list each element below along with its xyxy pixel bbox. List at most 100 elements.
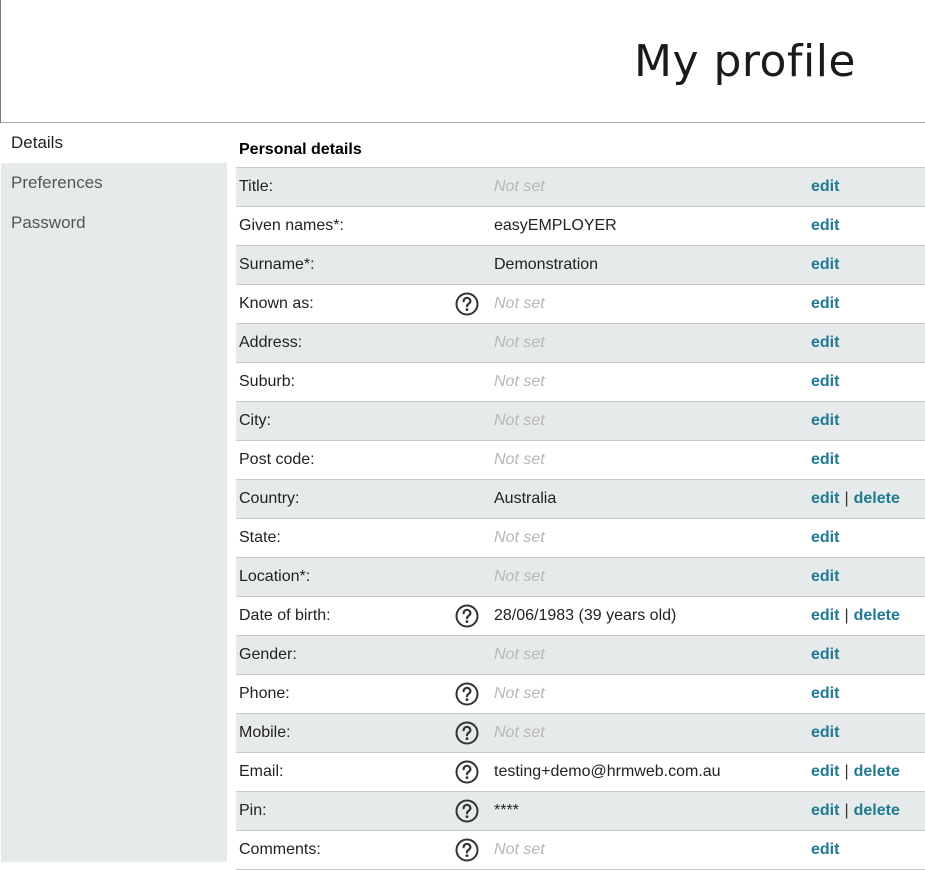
question-circle-icon[interactable] — [455, 721, 479, 745]
delete-link[interactable]: delete — [854, 490, 900, 508]
field-label: State: — [239, 529, 281, 546]
action-separator: | — [844, 490, 849, 507]
edit-link[interactable]: edit — [811, 685, 839, 703]
field-value: Not set — [494, 178, 545, 195]
field-label: Pin: — [239, 802, 267, 819]
row-actions: edit — [811, 519, 839, 557]
row-actions: edit | delete — [811, 753, 900, 791]
page-title: My profile — [634, 36, 856, 87]
field-label: Country: — [239, 490, 300, 507]
edit-link[interactable]: edit — [811, 373, 839, 391]
main-content: Personal details Title: Not set edit Given … — [236, 123, 925, 870]
edit-link[interactable]: edit — [811, 451, 839, 469]
table-row: City: Not set edit — [236, 402, 925, 441]
question-circle-icon[interactable] — [455, 604, 479, 628]
row-actions: edit — [811, 558, 839, 596]
edit-link[interactable]: edit — [811, 256, 839, 274]
edit-link[interactable]: edit — [811, 841, 839, 859]
table-row: Phone: Not set edit — [236, 675, 925, 714]
edit-link[interactable]: edit — [811, 763, 839, 781]
table-row: Country: Australia edit | delete — [236, 480, 925, 519]
row-actions: edit — [811, 714, 839, 752]
row-actions: edit — [811, 636, 839, 674]
window-border — [0, 0, 1, 123]
field-value: Australia — [494, 490, 557, 507]
question-circle-icon[interactable] — [455, 682, 479, 706]
field-value: Not set — [494, 295, 545, 312]
edit-link[interactable]: edit — [811, 724, 839, 742]
sidebar-item-details[interactable]: Details — [1, 123, 227, 163]
table-row: Date of birth: 28/06/1983 (39 years old) e… — [236, 597, 925, 636]
field-value: Not set — [494, 646, 545, 663]
field-value: testing+demo@hrmweb.com.au — [494, 763, 721, 780]
sidebar-item-password[interactable]: Password — [1, 203, 227, 243]
row-actions: edit — [811, 363, 839, 401]
question-circle-icon[interactable] — [455, 760, 479, 784]
row-actions: edit — [811, 207, 839, 245]
delete-link[interactable]: delete — [854, 802, 900, 820]
field-label: Gender: — [239, 646, 297, 663]
sidebar-item-preferences[interactable]: Preferences — [1, 163, 227, 203]
details-table: Title: Not set edit Given names*: easyEMPLOY… — [236, 168, 925, 870]
field-value: Not set — [494, 724, 545, 741]
field-label: Known as: — [239, 295, 314, 312]
table-row: Known as: Not set edit — [236, 285, 925, 324]
table-row: Location*: Not set edit — [236, 558, 925, 597]
action-separator: | — [844, 607, 849, 624]
row-actions: edit | delete — [811, 792, 900, 830]
action-separator: | — [844, 763, 849, 780]
field-label: Comments: — [239, 841, 321, 858]
question-circle-icon[interactable] — [455, 838, 479, 862]
field-label: Mobile: — [239, 724, 291, 741]
edit-link[interactable]: edit — [811, 178, 839, 196]
row-actions: edit | delete — [811, 480, 900, 518]
edit-link[interactable]: edit — [811, 295, 839, 313]
table-row: Gender: Not set edit — [236, 636, 925, 675]
table-row: Email: testing+demo@hrmweb.com.au edit | del… — [236, 753, 925, 792]
table-row: Suburb: Not set edit — [236, 363, 925, 402]
table-row: Mobile: Not set edit — [236, 714, 925, 753]
row-actions: edit — [811, 831, 839, 869]
field-value: Not set — [494, 841, 545, 858]
delete-link[interactable]: delete — [854, 763, 900, 781]
field-value: Not set — [494, 529, 545, 546]
table-row: Title: Not set edit — [236, 168, 925, 207]
question-circle-icon[interactable] — [455, 292, 479, 316]
field-value: Not set — [494, 412, 545, 429]
field-label: Post code: — [239, 451, 315, 468]
row-actions: edit — [811, 441, 839, 479]
field-label: Title: — [239, 178, 274, 195]
field-label: City: — [239, 412, 271, 429]
table-row: State: Not set edit — [236, 519, 925, 558]
field-value: easyEMPLOYER — [494, 217, 617, 234]
field-value: Demonstration — [494, 256, 599, 273]
table-row: Pin: **** edit | delete — [236, 792, 925, 831]
field-label: Suburb: — [239, 373, 296, 390]
field-value: **** — [494, 802, 519, 819]
section-title: Personal details — [236, 123, 925, 168]
edit-link[interactable]: edit — [811, 529, 839, 547]
field-value: Not set — [494, 334, 545, 351]
table-row: Post code: Not set edit — [236, 441, 925, 480]
edit-link[interactable]: edit — [811, 802, 839, 820]
row-actions: edit — [811, 402, 839, 440]
delete-link[interactable]: delete — [854, 607, 900, 625]
field-value: Not set — [494, 451, 545, 468]
question-circle-icon[interactable] — [455, 799, 479, 823]
table-row: Address: Not set edit — [236, 324, 925, 363]
edit-link[interactable]: edit — [811, 334, 839, 352]
edit-link[interactable]: edit — [811, 412, 839, 430]
edit-link[interactable]: edit — [811, 490, 839, 508]
row-actions: edit — [811, 246, 839, 284]
row-actions: edit — [811, 285, 839, 323]
edit-link[interactable]: edit — [811, 646, 839, 664]
row-actions: edit | delete — [811, 597, 900, 635]
edit-link[interactable]: edit — [811, 217, 839, 235]
field-value: Not set — [494, 685, 545, 702]
edit-link[interactable]: edit — [811, 568, 839, 586]
edit-link[interactable]: edit — [811, 607, 839, 625]
field-label: Surname*: — [239, 256, 315, 273]
row-actions: edit — [811, 168, 839, 206]
field-label: Location*: — [239, 568, 311, 585]
page-header: My profile — [0, 0, 925, 123]
